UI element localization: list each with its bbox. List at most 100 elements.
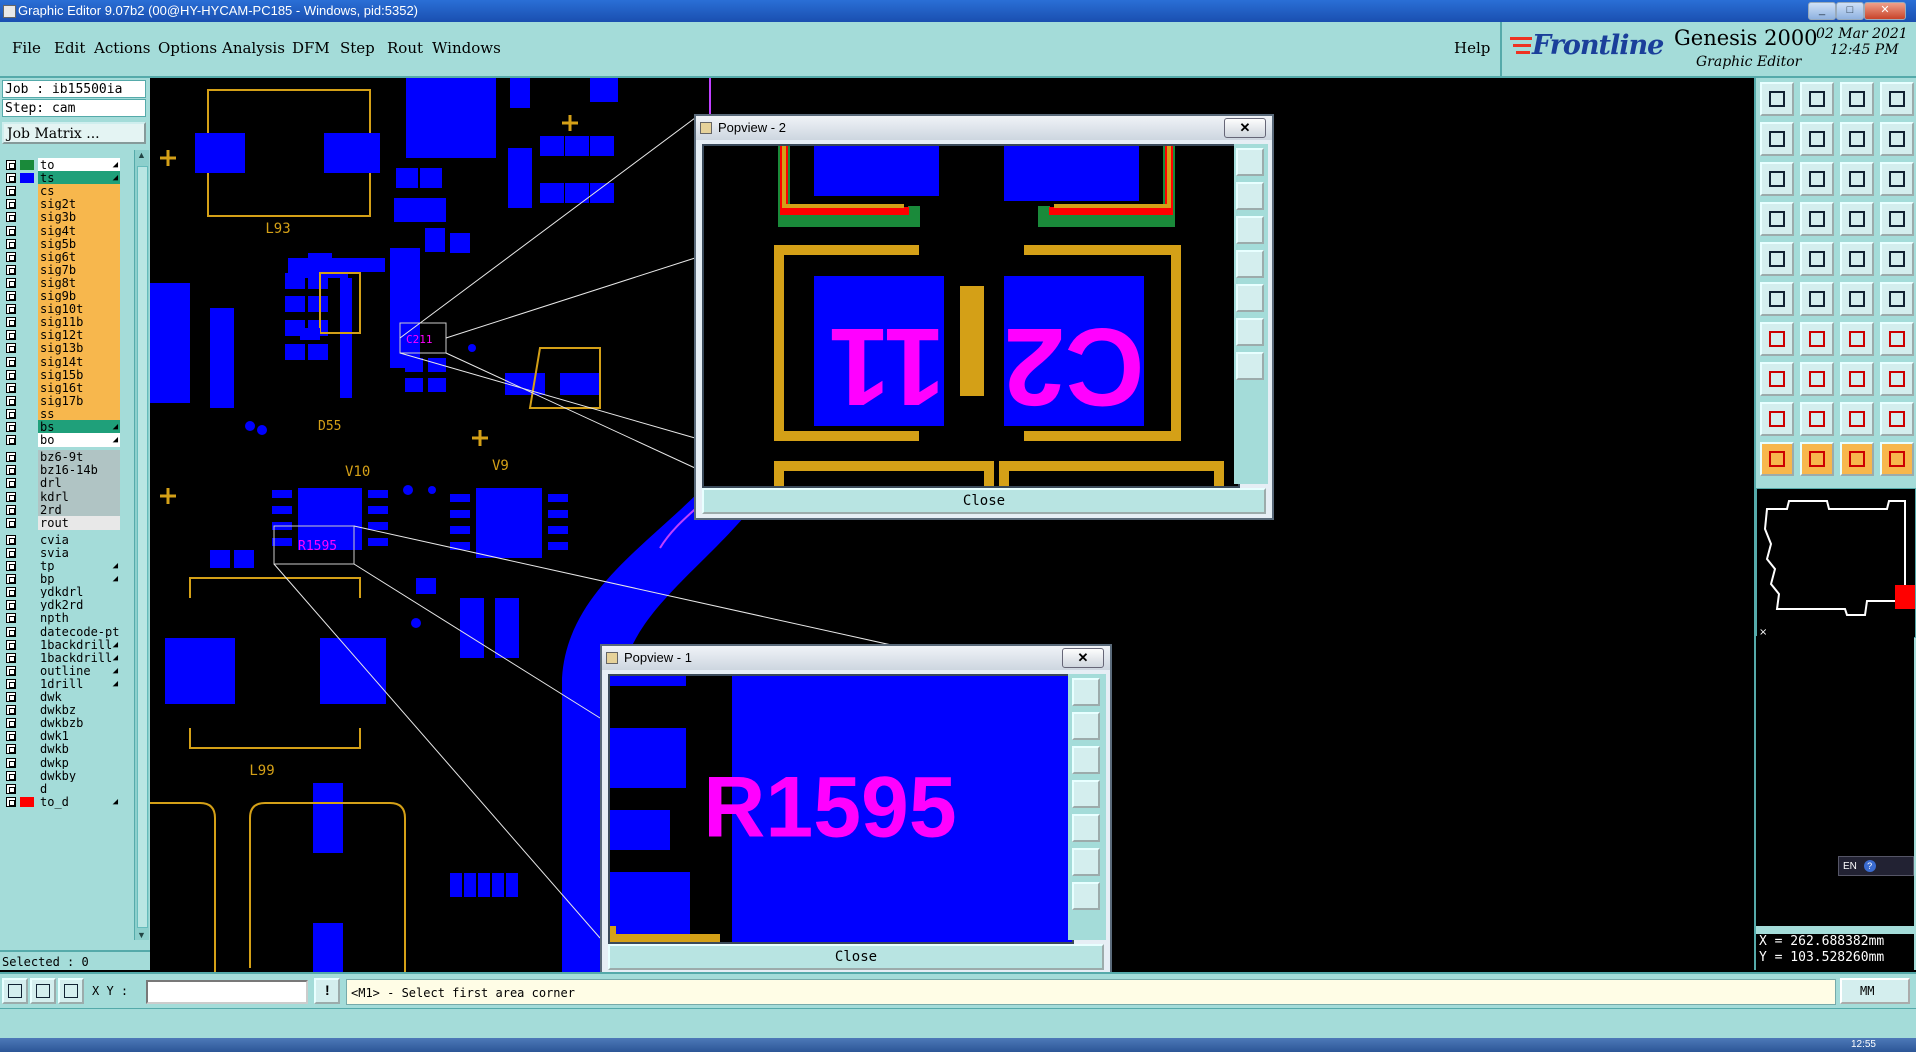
layer-name[interactable]: sig15b (38, 367, 120, 382)
popview-2-close-button[interactable]: Close (702, 488, 1266, 514)
pointer-route-icon[interactable] (1880, 442, 1914, 476)
layer-color-swatch[interactable] (20, 239, 34, 249)
film-icon[interactable] (1760, 202, 1794, 236)
layer-color-swatch[interactable] (20, 478, 34, 488)
surface-icon[interactable] (1840, 242, 1874, 276)
popview-1-zoom-out-icon[interactable] (1072, 882, 1100, 910)
units-selector[interactable]: MM (1840, 978, 1910, 1004)
menu-file[interactable]: File (12, 39, 41, 57)
scroll-up-arrow-icon[interactable]: ▲ (137, 150, 146, 160)
layer-row[interactable]: datecode-pt (2, 624, 120, 639)
layer-color-swatch[interactable] (20, 317, 34, 327)
layer-name[interactable]: dwkp (38, 755, 120, 770)
popview-2-pan-right-icon[interactable] (1236, 284, 1264, 312)
pointer-select-icon[interactable] (1800, 442, 1834, 476)
layer-row[interactable]: svia (2, 545, 120, 560)
layer-list-scrollbar[interactable]: ▲ ▼ (134, 150, 149, 940)
layer-visibility-checkbox[interactable] (6, 587, 16, 598)
layer-name[interactable]: 1drill (38, 676, 120, 691)
layer-visibility-checkbox[interactable] (6, 465, 16, 476)
layer-row[interactable]: dwk (2, 690, 120, 704)
menu-help[interactable]: Help (1454, 39, 1490, 57)
triangle-icon[interactable] (1760, 402, 1794, 436)
layer-color-swatch[interactable] (20, 653, 34, 663)
layer-color-swatch[interactable] (20, 160, 34, 170)
layer-row[interactable]: sig3b (2, 210, 120, 225)
layer-visibility-checkbox[interactable] (6, 304, 16, 315)
zoom-1to1-icon[interactable] (1840, 162, 1874, 196)
text-a-icon[interactable] (1800, 402, 1834, 436)
layer-name[interactable]: rout (38, 515, 120, 530)
layer-visibility-checkbox[interactable] (6, 770, 16, 781)
layer-name[interactable]: npth (38, 611, 120, 626)
zoom-home-icon[interactable] (1800, 162, 1834, 196)
layer-row[interactable]: sig4t (2, 223, 120, 238)
layer-row[interactable]: drl (2, 476, 120, 491)
layer-row[interactable]: bs ◢ (2, 420, 120, 434)
layer-visibility-checkbox[interactable] (6, 186, 16, 197)
layer-name[interactable]: svia (38, 545, 120, 560)
popview-1-pan-left-icon[interactable] (1072, 780, 1100, 808)
home-icon[interactable] (1840, 82, 1874, 116)
layer-visibility-checkbox[interactable] (6, 369, 16, 380)
layer-visibility-checkbox[interactable] (6, 264, 16, 275)
undo-icon[interactable] (1760, 122, 1794, 156)
layer-name[interactable]: bz6-9t (38, 450, 120, 465)
layer-visibility-checkbox[interactable] (6, 718, 16, 729)
layer-color-swatch[interactable] (20, 252, 34, 262)
layer-row[interactable]: to ◢ (2, 158, 120, 172)
menu-rout[interactable]: Rout (387, 39, 423, 57)
layer-color-swatch[interactable] (20, 505, 34, 515)
layer-name[interactable]: sig14t (38, 354, 120, 369)
layer-name[interactable]: dwkbz (38, 703, 120, 718)
layer-row[interactable]: bo ◢ (2, 433, 120, 448)
layer-row[interactable]: bp ◢ (2, 572, 120, 587)
menu-analysis[interactable]: Analysis (222, 39, 285, 57)
overview-viewport-marker[interactable] (1895, 585, 1915, 609)
layer-visibility-checkbox[interactable] (6, 796, 16, 807)
layer-color-swatch[interactable] (20, 627, 34, 637)
layer-visibility-checkbox[interactable] (6, 225, 16, 236)
layer-name[interactable]: sig8t (38, 275, 120, 290)
popview-2-pan-down-icon[interactable] (1236, 216, 1264, 244)
text-a2-icon[interactable] (1840, 402, 1874, 436)
popview-2-canvas[interactable]: 11 C2 (702, 144, 1240, 488)
layer-color-swatch[interactable] (20, 409, 34, 419)
layer-visibility-checkbox[interactable] (6, 491, 16, 502)
popview-2-pan-left-icon[interactable] (1236, 250, 1264, 278)
minus-icon[interactable] (1800, 362, 1834, 396)
layer-visibility-checkbox[interactable] (6, 317, 16, 328)
popview-1-titlebar[interactable]: Popview - 1 ✕ (602, 646, 1110, 670)
layer-visibility-checkbox[interactable] (6, 692, 16, 702)
layer-row[interactable]: kdrl (2, 489, 120, 504)
resize-icon[interactable] (1760, 362, 1794, 396)
layer-visibility-checkbox[interactable] (6, 238, 16, 249)
layer-name[interactable]: sig9b (38, 289, 120, 303)
layer-color-swatch[interactable] (20, 666, 34, 676)
layer-color-swatch[interactable] (20, 600, 34, 610)
layer-row[interactable]: rout (2, 515, 120, 530)
menu-options[interactable]: Options (158, 39, 217, 57)
layer-row[interactable]: d (2, 781, 120, 796)
layer-color-swatch[interactable] (20, 731, 34, 741)
layer-color-swatch[interactable] (20, 613, 34, 623)
net-compare-icon[interactable] (1880, 202, 1914, 236)
feature-icon[interactable] (1880, 322, 1914, 356)
popview-2-close-x-icon[interactable]: ✕ (1224, 118, 1266, 138)
layer-visibility-checkbox[interactable] (6, 783, 16, 794)
net-highlight-icon[interactable] (1840, 202, 1874, 236)
layer-visibility-checkbox[interactable] (6, 291, 16, 301)
layer-name[interactable]: sig7b (38, 262, 120, 277)
layer-name[interactable]: sig3b (38, 210, 120, 225)
layer-row[interactable]: dwkp (2, 755, 120, 770)
layer-name[interactable]: ydk2rd (38, 598, 120, 613)
layer-row[interactable]: sig17b (2, 393, 120, 408)
layer-visibility-checkbox[interactable] (6, 212, 16, 223)
layer-visibility-checkbox[interactable] (6, 600, 16, 611)
help-query-icon[interactable] (1880, 162, 1914, 196)
layer-name[interactable]: dwkbzb (38, 716, 120, 731)
layer-name[interactable]: dwk (38, 690, 120, 704)
layer-visibility-checkbox[interactable] (6, 547, 16, 558)
layer-row[interactable]: 1drill ◢ (2, 676, 120, 691)
layer-name[interactable]: bz16-14b (38, 463, 120, 478)
